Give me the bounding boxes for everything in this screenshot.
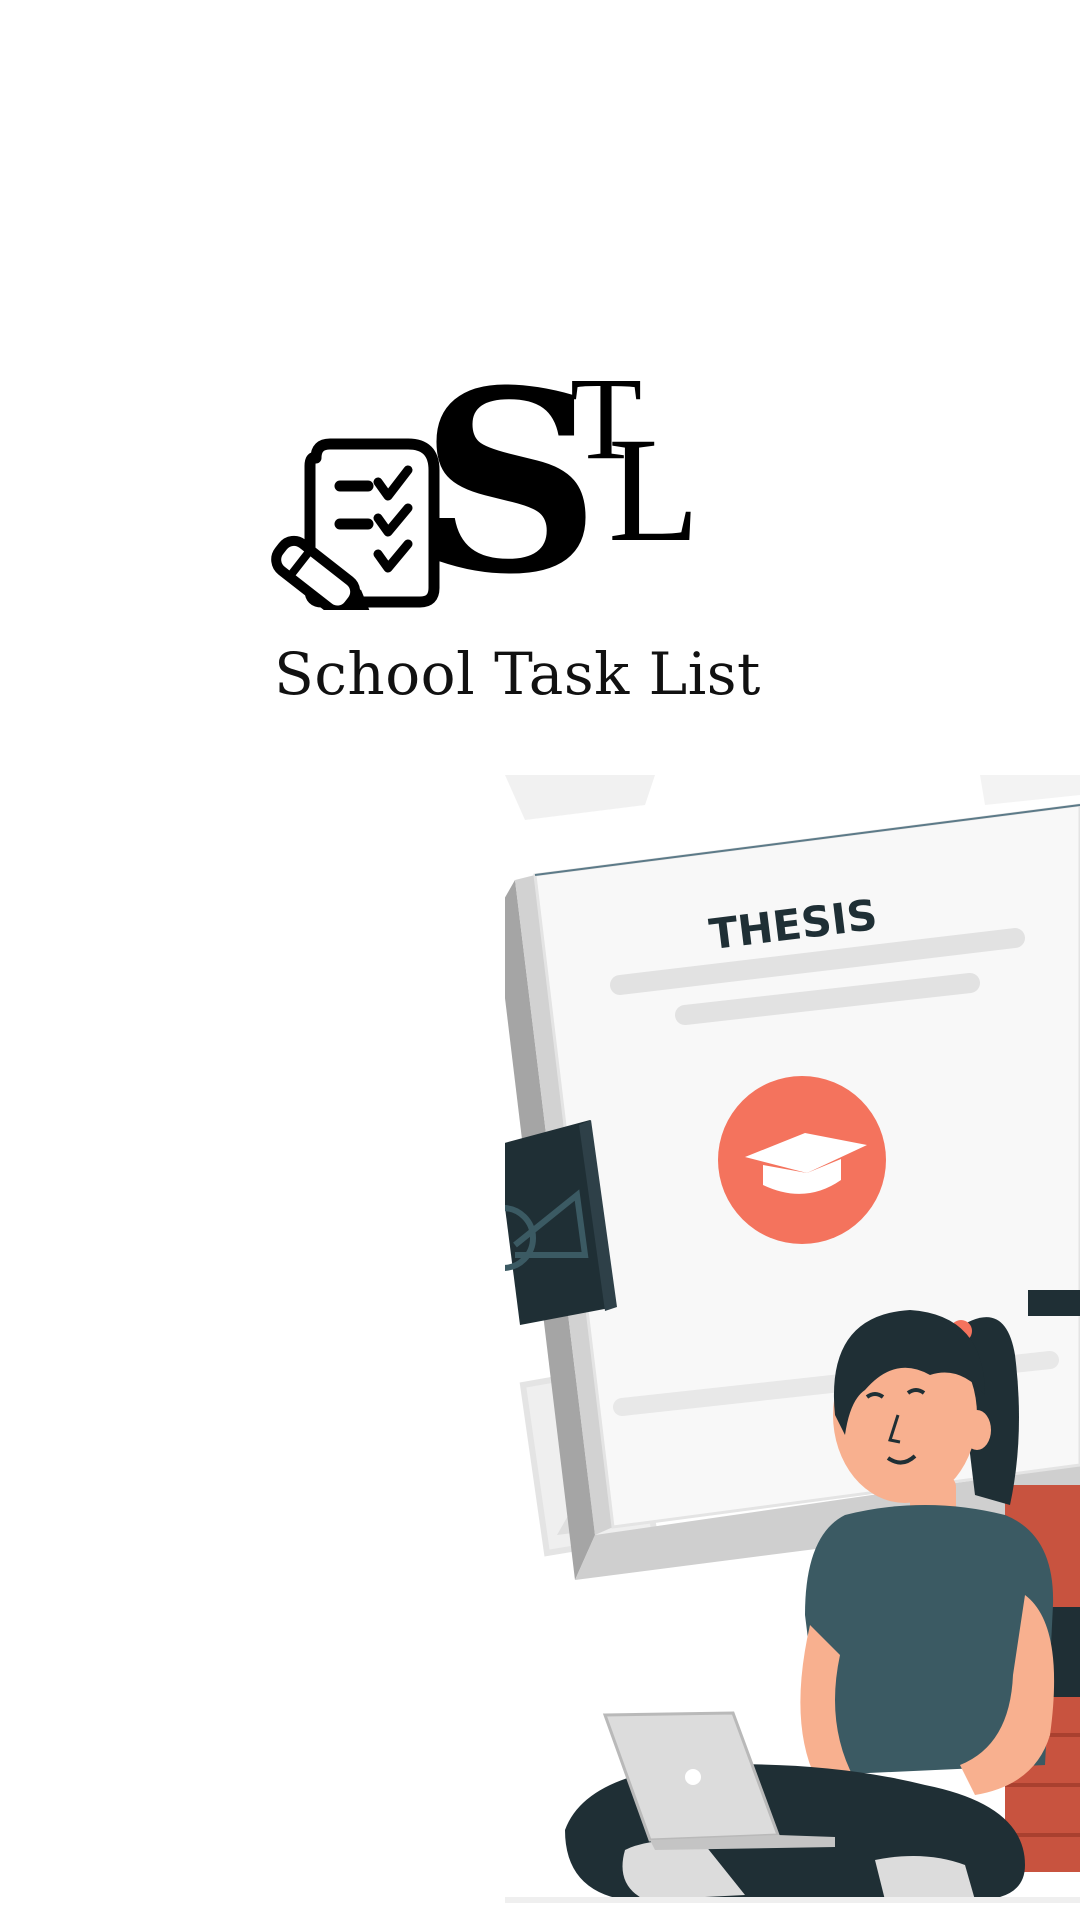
background-sheet [505, 775, 655, 820]
graduation-cap-icon [718, 1076, 886, 1244]
thesis-student-illustration: THESIS [505, 775, 1080, 1903]
checklist-pencil-icon [271, 438, 440, 610]
logo-monogram-l: L [608, 407, 700, 573]
background-sheet [980, 775, 1080, 805]
app-logo: S T L [271, 340, 700, 610]
splash-screen: S T L School Task List THESIS [0, 0, 1080, 1920]
app-title: School Task List [274, 640, 761, 708]
